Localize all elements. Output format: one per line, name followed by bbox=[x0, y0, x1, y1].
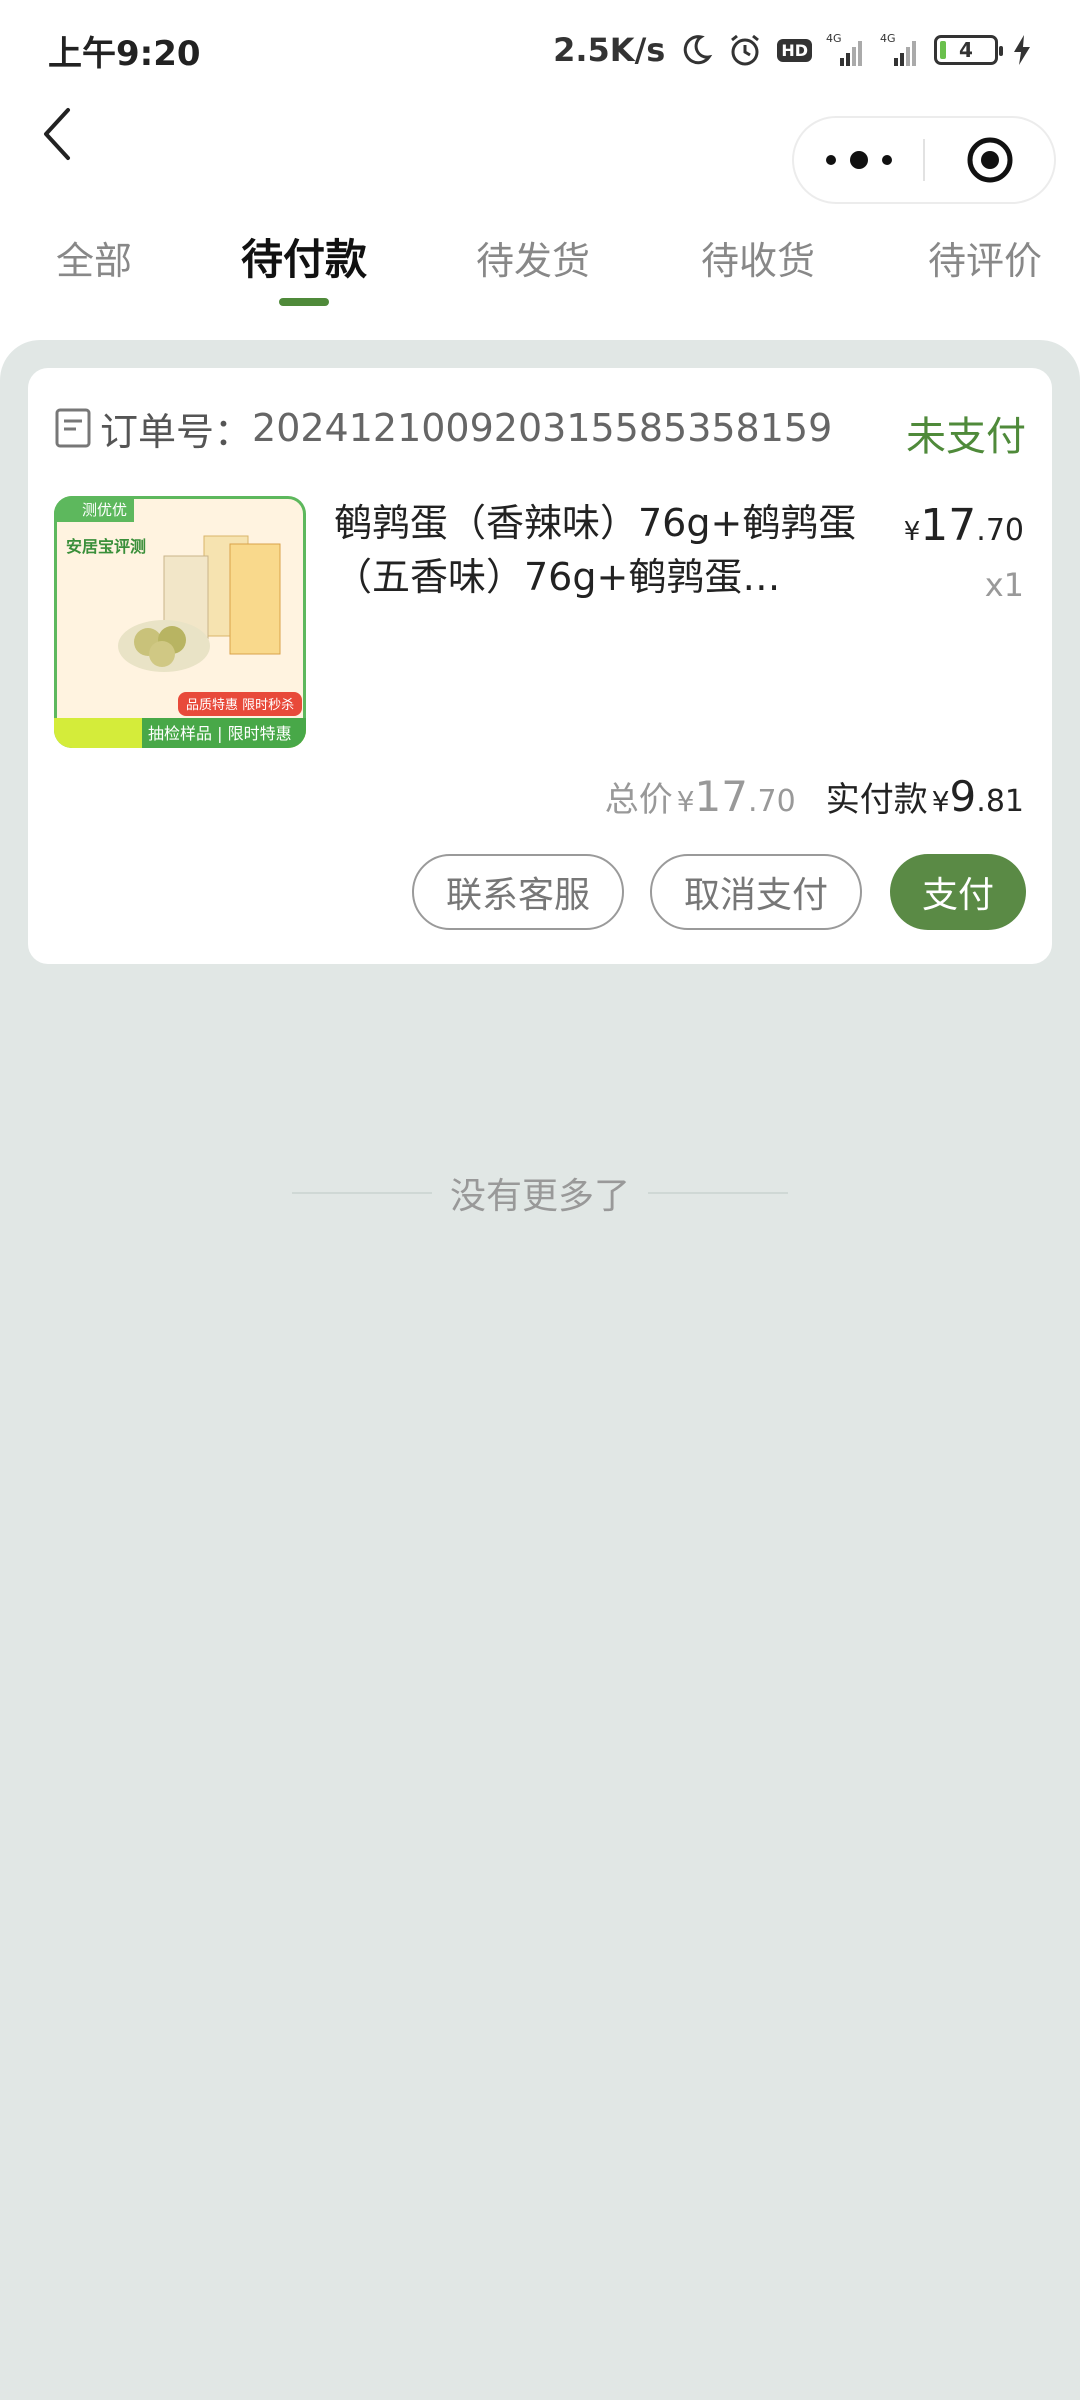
close-mini-program-button[interactable] bbox=[925, 135, 1054, 185]
list-end-indicator: 没有更多了 bbox=[0, 1168, 1080, 1218]
order-status: 未支付 bbox=[906, 414, 1026, 460]
svg-text:4G: 4G bbox=[880, 32, 896, 45]
battery-level: 4 bbox=[959, 38, 973, 62]
battery-icon: 4 bbox=[934, 35, 1003, 65]
order-number-label: 订单号： bbox=[100, 409, 253, 454]
svg-text:品质特惠 限时秒杀: 品质特惠 限时秒杀 bbox=[186, 698, 294, 713]
mini-program-capsule bbox=[792, 116, 1056, 204]
divider-line bbox=[291, 1192, 432, 1194]
target-icon bbox=[967, 137, 1012, 183]
alarm-icon bbox=[727, 32, 763, 68]
svg-text:4G: 4G bbox=[826, 32, 842, 45]
tab-pending-review[interactable]: 待评价 bbox=[928, 230, 1042, 285]
pay-button[interactable]: 支付 bbox=[890, 854, 1026, 930]
back-button[interactable] bbox=[38, 104, 88, 164]
more-button[interactable] bbox=[794, 150, 923, 170]
svg-text:测优优: 测优优 bbox=[82, 501, 127, 519]
no-more-text: 没有更多了 bbox=[449, 1176, 630, 1217]
paid-amount: 9 bbox=[949, 772, 977, 821]
tab-pending-receipt[interactable]: 待收货 bbox=[701, 230, 815, 285]
moon-icon bbox=[679, 33, 713, 67]
quantity: x1 bbox=[984, 566, 1024, 604]
total-price: 17 bbox=[694, 772, 748, 821]
document-icon bbox=[55, 408, 91, 448]
order-list: 订单号： 20241210092031558535815​9 未支付 测优优 安… bbox=[0, 340, 1080, 2400]
svg-text:安居宝评测: 安居宝评测 bbox=[66, 537, 146, 556]
status-bar: 上午9:20 2.5K/s HD 4G 4G 4 bbox=[0, 0, 1080, 100]
product-title[interactable]: 鹌鹑蛋（香辣味）76g+鹌鹑蛋（五香味）76g+鹌鹑蛋… bbox=[334, 496, 864, 604]
product-image[interactable]: 测优优 安居宝评测 品质特惠 限时秒杀 抽检样品 | 限时特惠 bbox=[54, 496, 306, 748]
svg-text:抽检样品 | 限时特惠: 抽检样品 | 限时特惠 bbox=[148, 724, 292, 743]
order-header: 订单号： 20241210092031558535815​9 未支付 bbox=[54, 398, 1026, 460]
nav-bar bbox=[0, 100, 1080, 210]
paid-label: 实付款 bbox=[825, 780, 928, 820]
divider-line bbox=[648, 1192, 788, 1194]
order-card[interactable]: 订单号： 20241210092031558535815​9 未支付 测优优 安… bbox=[28, 368, 1052, 964]
total-label: 总价 bbox=[604, 780, 673, 820]
tab-pending-payment[interactable]: 待付款 bbox=[241, 226, 367, 287]
chevron-left-icon bbox=[44, 108, 70, 160]
more-dots-icon bbox=[825, 151, 892, 169]
tab-all[interactable]: 全部 bbox=[56, 230, 132, 285]
order-totals: 总价 ¥ 17 .70 实付款 ¥ 9 .81 bbox=[604, 772, 1024, 821]
cancel-payment-button[interactable]: 取消支付 bbox=[650, 854, 862, 930]
contact-service-button[interactable]: 联系客服 bbox=[412, 854, 624, 930]
status-time: 上午9:20 bbox=[48, 33, 201, 74]
order-tabs: 全部 待付款 待发货 待收货 待评价 bbox=[0, 210, 1080, 320]
status-icons: 2.5K/s HD 4G 4G 4 bbox=[553, 31, 1032, 69]
order-number: 20241210092031558535815​9 bbox=[252, 406, 833, 450]
hd-icon: HD bbox=[777, 38, 812, 62]
tab-pending-shipment[interactable]: 待发货 bbox=[476, 230, 590, 285]
unit-price: ¥17.70 bbox=[903, 500, 1024, 551]
signal-icon: 4G bbox=[880, 32, 920, 68]
net-speed: 2.5K/s bbox=[553, 31, 666, 69]
tab-indicator bbox=[279, 298, 329, 306]
signal-icon: 4G bbox=[826, 32, 866, 68]
charging-icon bbox=[1012, 35, 1032, 65]
